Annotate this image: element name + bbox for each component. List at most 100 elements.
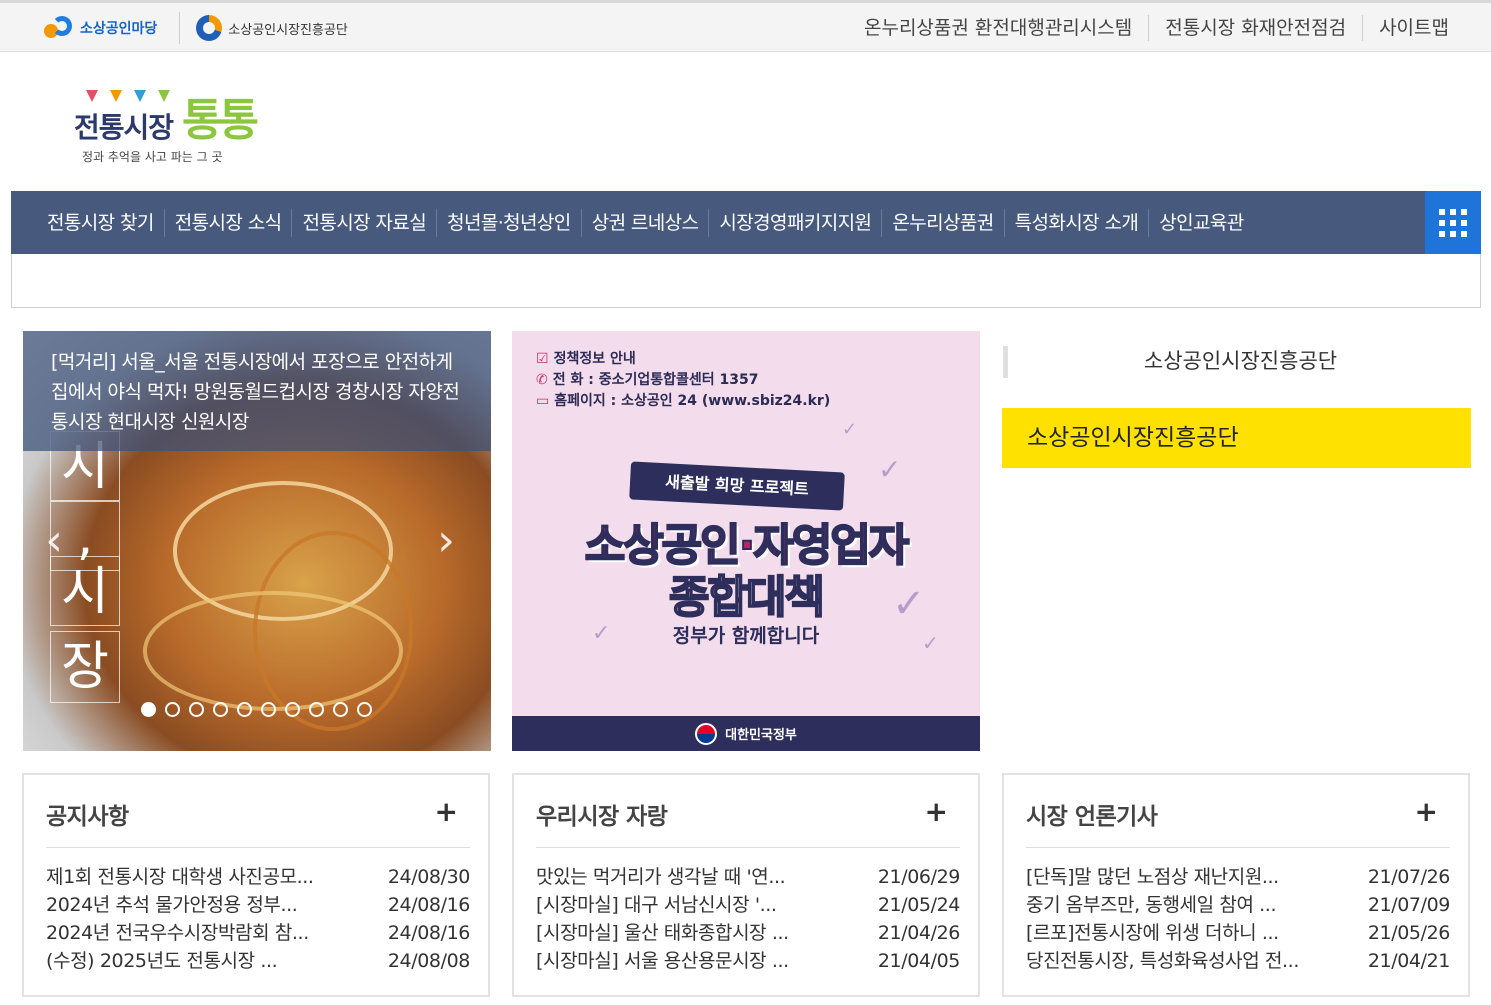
list-item-title[interactable]: [시장마실] 대구 서남신시장 '... — [536, 891, 777, 919]
submenu-panel — [11, 254, 1481, 308]
bird-icon: ✓ — [878, 453, 902, 486]
all-menu-grid-icon[interactable] — [1425, 191, 1481, 254]
slider-dot[interactable] — [165, 702, 180, 717]
checkbox-icon: ☑ — [536, 351, 549, 367]
list-item[interactable]: 2024년 전국우수시장박람회 참... 24/08/16 — [46, 919, 470, 947]
list-item-title[interactable]: 2024년 전국우수시장박람회 참... — [46, 919, 309, 947]
slide-vertical-char: 장 — [50, 631, 120, 703]
semas-logo[interactable]: 소상공인시장진흥공단 — [196, 15, 348, 41]
list-item[interactable]: [시장마실] 울산 태화종합시장 ... 21/04/26 — [536, 919, 960, 947]
list-item-date: 21/05/24 — [877, 894, 961, 916]
slider-dot[interactable] — [333, 702, 348, 717]
nav-item-find-market[interactable]: 전통시장 찾기 — [37, 209, 164, 237]
food-photo-detail — [143, 591, 403, 711]
slider-dot[interactable] — [285, 702, 300, 717]
list-item-title[interactable]: 제1회 전통시장 대학생 사진공모... — [46, 863, 314, 891]
board-title: 시장 언론기사 — [1026, 804, 1158, 830]
list-item-date: 21/07/26 — [1367, 866, 1451, 888]
slider-dot[interactable] — [237, 702, 252, 717]
policy-footer: 대한민국정부 — [512, 716, 980, 751]
policy-web: 소상공인 24 (www.sbiz24.kr) — [621, 393, 831, 409]
nav-item-market-management-package[interactable]: 시장경영패키지지원 — [708, 208, 881, 237]
slider-dot[interactable] — [357, 702, 372, 717]
list-item[interactable]: [단독]말 많던 노점상 재난지원... 21/07/26 — [1026, 863, 1450, 891]
policy-banner[interactable]: ☑ 정책정보 안내 ✆ 전 화 : 중소기업통합콜센터 1357 ▭ 홈페이지 : 소… — [512, 331, 980, 751]
site-logo-title: 전통시장 — [74, 111, 174, 144]
list-item-date: 21/04/05 — [877, 950, 961, 972]
list-item-title[interactable]: (수정) 2025년도 전통시장 ... — [46, 947, 277, 975]
list-item-title[interactable]: 2024년 추석 물가안정용 정부... — [46, 891, 297, 919]
list-item-date: 24/08/08 — [387, 950, 471, 972]
policy-tagline: 정부가 함께합니다 — [672, 625, 820, 647]
list-item-date: 24/08/16 — [387, 894, 471, 916]
monitor-icon: ▭ — [536, 393, 550, 409]
board-divider — [1026, 847, 1450, 848]
nav-item-onnuri-voucher[interactable]: 온누리상품권 — [881, 208, 1003, 237]
list-item-title[interactable]: [시장마실] 서울 용산용문시장 ... — [536, 947, 789, 975]
photo-slider[interactable]: 시 , 시 장 [먹거리] 서울_서울 전통시장에서 포장으로 안전하게 집에서… — [23, 331, 491, 751]
semas-logo-icon — [196, 15, 223, 41]
bunting-flags-icon — [82, 82, 192, 104]
nav-item-specialized-market[interactable]: 특성화시장 소개 — [1003, 208, 1149, 237]
list-item[interactable]: 제1회 전통시장 대학생 사진공모... 24/08/30 — [46, 863, 470, 891]
list-item[interactable]: [르포]전통시장에 위생 더하니 ... 21/05/26 — [1026, 919, 1450, 947]
board-divider — [46, 847, 470, 848]
slider-next-arrow-icon[interactable]: › — [431, 519, 461, 563]
list-item-title[interactable]: [시장마실] 울산 태화종합시장 ... — [536, 919, 789, 947]
list-item[interactable]: 중기 옴부즈만, 동행세일 참여 ... 21/07/09 — [1026, 891, 1450, 919]
sbiz-madang-logo-icon — [44, 14, 74, 42]
list-item[interactable]: [시장마실] 대구 서남신시장 '... 21/05/24 — [536, 891, 960, 919]
slider-dot[interactable] — [261, 702, 276, 717]
utility-links: 온누리상품권 환전대행관리시스템 전통시장 화재안전점검 사이트맵 — [848, 3, 1465, 52]
list-item-title[interactable]: 중기 옴부즈만, 동행세일 참여 ... — [1026, 891, 1276, 919]
nav-item-youth-mall[interactable]: 청년몰·청년상인 — [436, 208, 581, 237]
slider-dot[interactable] — [141, 702, 156, 717]
policy-phone-label: 전 화 — [552, 372, 584, 388]
slider-dot[interactable] — [309, 702, 324, 717]
more-plus-icon[interactable]: + — [1415, 797, 1438, 827]
list-item-date: 21/04/21 — [1367, 950, 1451, 972]
list-item[interactable]: (수정) 2025년도 전통시장 ... 24/08/08 — [46, 947, 470, 975]
board-title: 우리시장 자랑 — [536, 804, 668, 830]
list-item[interactable]: [시장마실] 서울 용산용문시장 ... 21/04/05 — [536, 947, 960, 975]
taegeuk-icon — [695, 722, 718, 745]
list-item-title[interactable]: [르포]전통시장에 위생 더하니 ... — [1026, 919, 1279, 947]
list-item-date: 21/07/09 — [1367, 894, 1451, 916]
more-plus-icon[interactable]: + — [925, 797, 948, 827]
list-item-title[interactable]: 당진전통시장, 특성화육성사업 전... — [1026, 947, 1299, 975]
board-divider — [536, 847, 960, 848]
board-market-pride: 우리시장 자랑 + 맛있는 먹거리가 생각날 때 '연... 21/06/29 [… — [512, 773, 980, 997]
slide-caption[interactable]: [먹거리] 서울_서울 전통시장에서 포장으로 안전하게 집에서 야식 먹자! … — [23, 331, 491, 451]
nav-item-market-archive[interactable]: 전통시장 자료실 — [291, 208, 436, 237]
slider-dot[interactable] — [213, 702, 228, 717]
policy-web-label: 홈페이지 — [554, 393, 606, 409]
main-navigation: 전통시장 찾기 전통시장 소식 전통시장 자료실 청년몰·청년상인 상권 르네상… — [11, 191, 1481, 254]
board-title: 공지사항 — [46, 804, 129, 830]
list-item-date: 21/06/29 — [877, 866, 961, 888]
list-item-title[interactable]: 맛있는 먹거리가 생각날 때 '연... — [536, 863, 785, 891]
org-yellow-banner[interactable]: 소상공인시장진흥공단 — [1002, 408, 1471, 468]
list-item[interactable]: 당진전통시장, 특성화육성사업 전... 21/04/21 — [1026, 947, 1450, 975]
bird-icon: ✓ — [842, 419, 858, 440]
link-onnuri-exchange-system[interactable]: 온누리상품권 환전대행관리시스템 — [848, 15, 1148, 41]
slider-dot[interactable] — [189, 702, 204, 717]
slide-vertical-char: 시 — [50, 556, 120, 626]
link-fire-safety-check[interactable]: 전통시장 화재안전점검 — [1148, 14, 1362, 41]
slider-prev-arrow-icon[interactable]: ‹ — [39, 519, 69, 563]
nav-item-market-news[interactable]: 전통시장 소식 — [163, 208, 292, 237]
link-sitemap[interactable]: 사이트맵 — [1362, 14, 1465, 41]
nav-item-merchant-education[interactable]: 상인교육관 — [1148, 208, 1253, 237]
more-plus-icon[interactable]: + — [435, 797, 458, 827]
site-logo[interactable]: 전통시장 통통 정과 추억을 사고 파는 그 곳 — [74, 82, 264, 172]
policy-footer-text: 대한민국정부 — [725, 728, 797, 743]
policy-info: ☑ 정책정보 안내 ✆ 전 화 : 중소기업통합콜센터 1357 ▭ 홈페이지 : 소… — [536, 351, 831, 409]
list-item[interactable]: 맛있는 먹거리가 생각날 때 '연... 21/06/29 — [536, 863, 960, 891]
board-notices: 공지사항 + 제1회 전통시장 대학생 사진공모... 24/08/30 2024… — [22, 773, 490, 997]
semas-logo-text: 소상공인시장진흥공단 — [228, 22, 348, 38]
sbiz-madang-logo[interactable]: 소상공인마당 — [44, 14, 157, 42]
list-item-title[interactable]: [단독]말 많던 노점상 재난지원... — [1026, 863, 1279, 891]
nav-item-commercial-renaissance[interactable]: 상권 르네상스 — [580, 208, 709, 237]
phone-icon: ✆ — [536, 372, 548, 388]
list-item[interactable]: 2024년 추석 물가안정용 정부... 24/08/16 — [46, 891, 470, 919]
list-item-date: 21/04/26 — [877, 922, 961, 944]
